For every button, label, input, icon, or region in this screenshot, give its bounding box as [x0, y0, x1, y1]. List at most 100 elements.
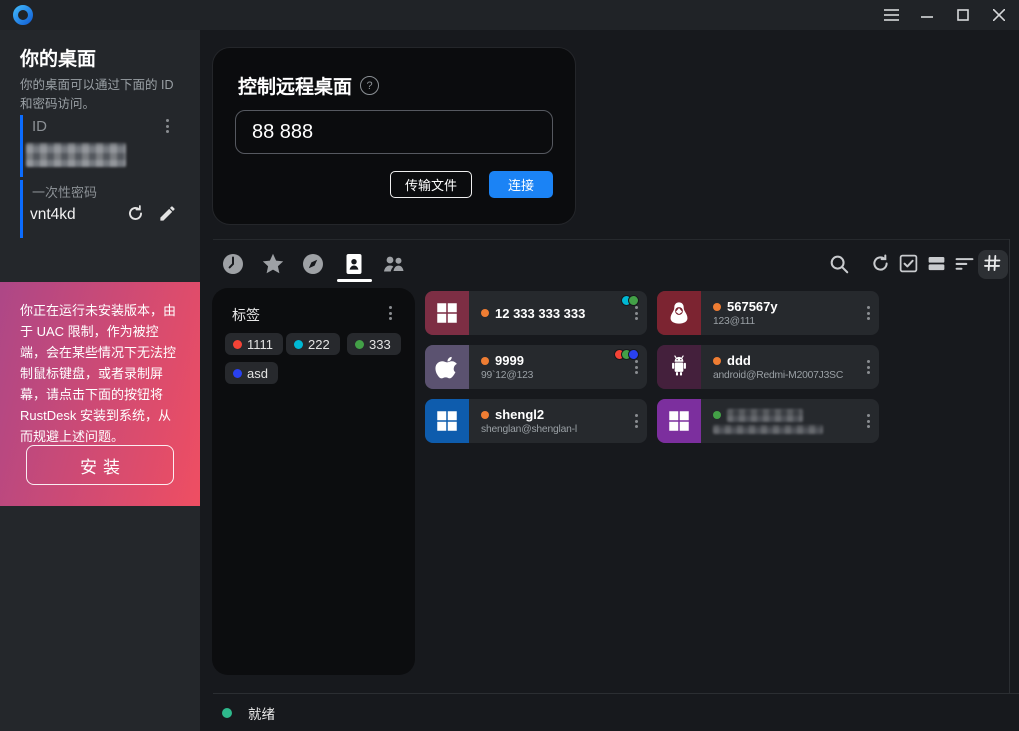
peer-card[interactable]: 567567y 123@111	[657, 291, 879, 335]
tag-label: 1111	[247, 337, 273, 352]
peer-tag-dots	[618, 349, 639, 360]
masked-peer-subtitle	[713, 425, 823, 434]
windows-os-icon	[657, 399, 701, 443]
connection-status-dot	[222, 708, 232, 718]
tag-color-dot	[294, 340, 303, 349]
rustdesk-logo-icon	[12, 4, 34, 26]
search-icon[interactable]	[828, 253, 850, 275]
id-section: ID	[0, 115, 200, 177]
peer-menu-icon[interactable]	[867, 360, 870, 374]
remote-id-input[interactable]	[235, 110, 553, 154]
title-bar	[0, 0, 1019, 30]
select-peers-icon[interactable]	[898, 253, 920, 275]
status-divider	[213, 693, 1019, 694]
minimize-button[interactable]	[913, 2, 941, 28]
sidebar: 你的桌面 你的桌面可以通过下面的 ID 和密码访问。 ID 一次性密码 vnt4…	[0, 30, 200, 731]
control-remote-card: 控制远程桌面 ? 传输文件 连接	[212, 47, 576, 225]
peer-card[interactable]: ddd android@Redmi-M2007J3SC	[657, 345, 879, 389]
windows-os-icon	[425, 399, 469, 443]
peer-name: shengl2	[495, 407, 544, 422]
tag-chip[interactable]: 333	[347, 333, 401, 355]
close-button[interactable]	[985, 2, 1013, 28]
peer-card[interactable]: 9999 99`12@123	[425, 345, 647, 389]
status-dot	[481, 309, 489, 317]
tab-group[interactable]	[382, 252, 406, 276]
one-time-password-label: 一次性密码	[32, 182, 97, 201]
status-dot	[713, 357, 721, 365]
peer-name: 12 333 333 333	[495, 306, 585, 321]
tag-chip[interactable]: 1111	[225, 333, 283, 355]
scrollbar-track[interactable]	[1009, 239, 1010, 693]
masked-id-value	[26, 143, 126, 167]
install-warning-banner: 你正在运行未安装版本，由于 UAC 限制，作为被控端，会在某些情况下无法控制鼠标…	[0, 282, 200, 506]
tag-color-dot	[233, 340, 242, 349]
status-dot	[713, 303, 721, 311]
windows-os-icon	[425, 291, 469, 335]
peer-name: 9999	[495, 353, 524, 368]
peer-menu-icon[interactable]	[635, 414, 638, 428]
help-icon[interactable]: ?	[360, 76, 379, 95]
peer-menu-icon[interactable]	[635, 306, 638, 320]
peer-card[interactable]: shengl2 shenglan@shenglan-l	[425, 399, 647, 443]
tab-address-book[interactable]	[342, 252, 366, 276]
edit-password-icon[interactable]	[158, 204, 177, 223]
linux-os-icon	[657, 291, 701, 335]
peer-name: ddd	[727, 353, 751, 368]
tab-favorites[interactable]	[261, 252, 285, 276]
sort-icon[interactable]	[954, 253, 976, 275]
peer-card[interactable]: 12 333 333 333	[425, 291, 647, 335]
cards-view-icon[interactable]	[926, 253, 948, 275]
peer-subtitle: android@Redmi-M2007J3SC	[713, 370, 853, 381]
tag-chip[interactable]: asd	[225, 362, 278, 384]
status-dot	[481, 411, 489, 419]
maximize-button[interactable]	[949, 2, 977, 28]
warning-text: 你正在运行未安装版本，由于 UAC 限制，作为被控端，会在某些情况下无法控制鼠标…	[20, 300, 180, 447]
your-desktop-title: 你的桌面	[20, 44, 96, 71]
desktop-description: 你的桌面可以通过下面的 ID 和密码访问。	[20, 76, 182, 115]
peer-name: 567567y	[727, 299, 778, 314]
status-bar: 就绪	[222, 703, 275, 723]
peer-card[interactable]	[657, 399, 879, 443]
peer-menu-icon[interactable]	[867, 306, 870, 320]
one-time-password-value: vnt4kd	[30, 206, 76, 224]
peer-subtitle: shenglan@shenglan-l	[481, 424, 621, 435]
status-dot	[713, 411, 721, 419]
install-button[interactable]: 安装	[26, 445, 174, 485]
peer-tag-dots	[625, 295, 639, 306]
apple-os-icon	[425, 345, 469, 389]
transfer-file-button[interactable]: 传输文件	[390, 171, 472, 198]
password-section: 一次性密码 vnt4kd	[0, 180, 200, 240]
control-remote-title: 控制远程桌面	[238, 72, 352, 99]
menu-icon[interactable]	[877, 2, 905, 28]
tag-label: 222	[308, 337, 330, 352]
main-area: 控制远程桌面 ? 传输文件 连接	[200, 30, 1019, 731]
tags-menu-icon[interactable]	[389, 306, 392, 320]
peer-subtitle: 123@111	[713, 316, 853, 327]
tab-divider	[213, 239, 1009, 240]
masked-peer-name	[727, 409, 803, 422]
active-tab-underline	[337, 279, 372, 282]
tag-label: 333	[369, 337, 391, 352]
tag-label: asd	[247, 366, 268, 381]
connection-status-text: 就绪	[248, 703, 275, 723]
connect-button[interactable]: 连接	[489, 171, 553, 198]
id-label: ID	[32, 118, 47, 135]
peer-subtitle: 99`12@123	[481, 370, 621, 381]
tab-recent-sessions[interactable]	[221, 252, 245, 276]
password-accent-bar	[20, 180, 23, 238]
peer-menu-icon[interactable]	[867, 414, 870, 428]
grid-view-icon[interactable]	[982, 253, 1004, 275]
id-menu-icon[interactable]	[166, 119, 169, 133]
id-accent-bar	[20, 115, 23, 177]
tags-panel: 标签 1111 222 333 asd	[212, 288, 415, 675]
peer-menu-icon[interactable]	[635, 360, 638, 374]
refresh-peers-icon[interactable]	[870, 253, 892, 275]
refresh-password-icon[interactable]	[126, 204, 145, 223]
tag-color-dot	[355, 340, 364, 349]
android-os-icon	[657, 345, 701, 389]
status-dot	[481, 357, 489, 365]
tags-title: 标签	[232, 305, 260, 325]
tab-discovered[interactable]	[301, 252, 325, 276]
tag-chip[interactable]: 222	[286, 333, 340, 355]
tag-color-dot	[233, 369, 242, 378]
